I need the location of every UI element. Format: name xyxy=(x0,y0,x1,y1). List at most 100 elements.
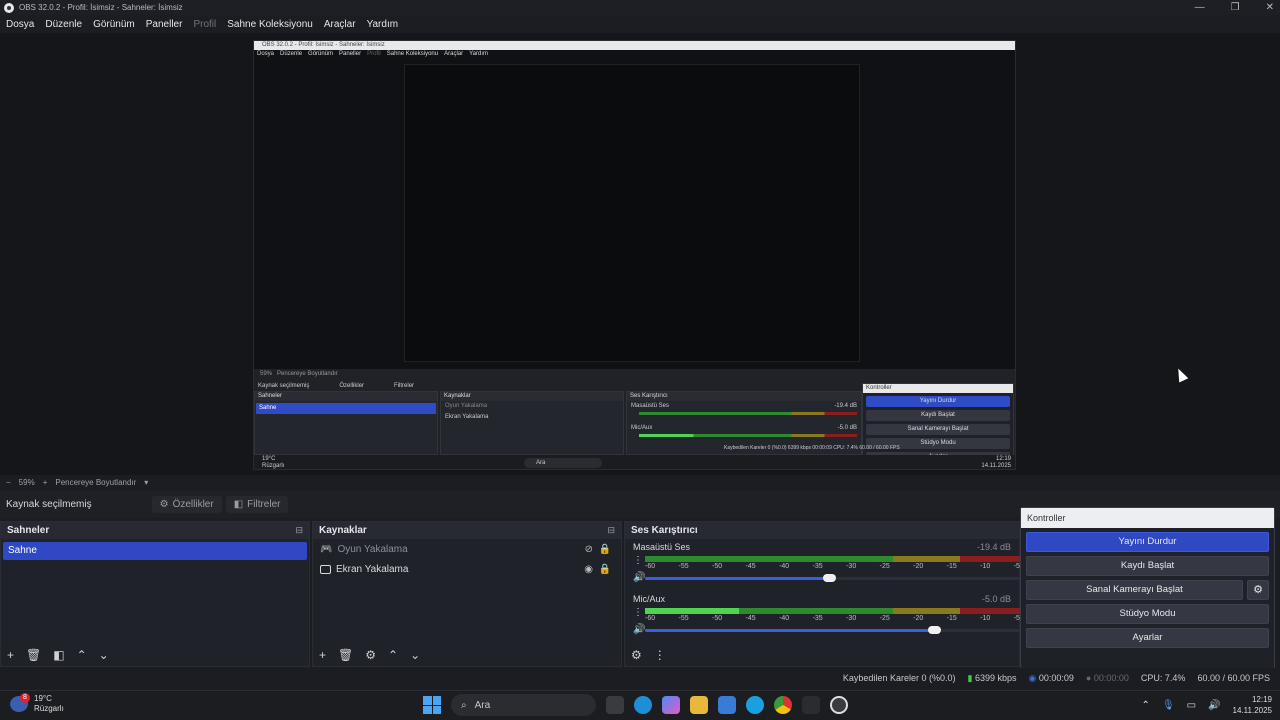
speaker-icon[interactable]: 🔊 xyxy=(633,572,645,583)
gear-icon[interactable]: ⚙ xyxy=(1247,580,1269,600)
volume-slider[interactable] xyxy=(645,626,1020,634)
volume-slider[interactable] xyxy=(645,574,1020,582)
clock[interactable]: 12:19 14.11.2025 xyxy=(1233,694,1272,716)
signal-icon: ▮ xyxy=(967,672,973,683)
record-icon: ● xyxy=(1085,673,1092,683)
channel-menu-icon[interactable]: ⋮ xyxy=(633,607,643,618)
zoom-in-button[interactable]: + xyxy=(43,478,48,487)
tick-label: -20 xyxy=(913,615,924,622)
chrome-icon[interactable] xyxy=(774,696,792,714)
properties-button[interactable]: ⚙ Özellikler xyxy=(151,496,222,513)
source-item[interactable]: 🎮 Oyun Yakalama ⊘ 🔒 xyxy=(313,539,621,559)
zoom-out-button[interactable]: − xyxy=(6,478,11,487)
dock-menu-icon[interactable]: ⊟ xyxy=(295,525,303,536)
display-icon[interactable]: ▭ xyxy=(1187,700,1196,711)
move-down-button[interactable]: ⌄ xyxy=(99,648,109,662)
app-icon[interactable] xyxy=(802,696,820,714)
skype-icon[interactable] xyxy=(746,696,764,714)
menu-file[interactable]: Dosya xyxy=(6,19,34,30)
advanced-audio-icon[interactable]: ⚙ xyxy=(631,648,642,662)
audio-mixer-dock: Ses Karıştırıcı Masaüstü Ses -19.4 dB ⋮ … xyxy=(624,521,1020,667)
remove-scene-button[interactable]: 🗑 xyxy=(26,648,41,662)
scenes-dock: Sahneler ⊟ Sahne + 🗑 ◧ ⌃ ⌄ xyxy=(0,521,310,667)
remove-source-button[interactable]: 🗑 xyxy=(338,648,353,662)
tick-label: -50 xyxy=(712,563,723,570)
menu-scene-collection[interactable]: Sahne Koleksiyonu xyxy=(227,19,313,30)
file-explorer-icon[interactable] xyxy=(690,696,708,714)
menu-view[interactable]: Görünüm xyxy=(93,19,135,30)
studio-mode-button[interactable]: Stüdyo Modu xyxy=(1026,604,1269,624)
tick-label: -10 xyxy=(980,615,991,622)
tick-label: -15 xyxy=(946,615,957,622)
copilot-icon[interactable] xyxy=(662,696,680,714)
filter-icon: ◧ xyxy=(233,499,244,510)
meter-ticks: -60 -55 -50 -45 -40 -35 -30 -25 -20 -15 -10 -5 xyxy=(645,563,1020,572)
zoom-level[interactable]: 59% xyxy=(19,478,35,487)
start-recording-button[interactable]: Kaydı Başlat xyxy=(1026,556,1269,576)
mixer-menu-icon[interactable]: ⋮ xyxy=(654,648,666,662)
source-item[interactable]: Ekran Yakalama ◉ 🔒 xyxy=(313,559,621,579)
eye-hidden-icon[interactable]: ⊘ xyxy=(585,544,593,555)
menu-profile[interactable]: Profil xyxy=(193,19,216,30)
store-icon[interactable] xyxy=(718,696,736,714)
tick-label: -55 xyxy=(678,615,689,622)
eye-icon[interactable]: ◉ xyxy=(584,564,593,575)
lock-icon[interactable]: 🔒 xyxy=(599,564,611,575)
speaker-icon[interactable]: 🔊 xyxy=(1208,700,1220,711)
move-down-button[interactable]: ⌄ xyxy=(410,648,420,662)
menu-tools[interactable]: Araçlar xyxy=(324,19,356,30)
bitrate: ▮ 6399 kbps xyxy=(967,672,1017,683)
cpu-usage: CPU: 7.4% xyxy=(1140,673,1186,683)
obs-logo-icon xyxy=(4,2,14,13)
tick-label: -10 xyxy=(980,563,991,570)
menu-docks[interactable]: Paneller xyxy=(146,19,183,30)
controls-header: Kontroller xyxy=(1021,508,1274,528)
tick-label: -45 xyxy=(745,563,756,570)
settings-button[interactable]: Ayarlar xyxy=(1026,628,1269,648)
gear-icon: ⚙ xyxy=(159,499,169,510)
fps: 60.00 / 60.00 FPS xyxy=(1197,673,1270,683)
edge-icon[interactable] xyxy=(634,696,652,714)
channel-name: Masaüstü Ses xyxy=(633,542,691,552)
dock-menu-icon[interactable]: ⊟ xyxy=(607,525,615,536)
taskbar-search[interactable]: ⌕ Ara xyxy=(451,694,596,716)
scene-filters-button[interactable]: ◧ xyxy=(53,648,64,662)
scene-item[interactable]: Sahne xyxy=(3,542,307,560)
chevron-up-icon[interactable]: ⌃ xyxy=(1142,700,1150,711)
channel-name: Mic/Aux xyxy=(633,594,666,604)
filters-button[interactable]: ◧ Filtreler xyxy=(225,496,289,513)
mic-icon[interactable]: 🎙 xyxy=(1162,700,1175,711)
mixer-channel-desktop: Masaüstü Ses -19.4 dB ⋮ -60 -55 -50 -45 -40-… xyxy=(625,539,1020,591)
speaker-icon[interactable]: 🔊 xyxy=(633,624,645,635)
move-up-button[interactable]: ⌃ xyxy=(77,648,87,662)
zoom-bar: − 59% + Pencereye Boyutlandır ▾ xyxy=(0,475,1280,489)
menu-help[interactable]: Yardım xyxy=(367,19,399,30)
status-bar: Kaybedilen Kareler 0 (%0.0) ▮ 6399 kbps … xyxy=(0,668,1280,688)
close-button[interactable]: ✕ xyxy=(1266,2,1274,13)
tick-label: -40 xyxy=(779,563,790,570)
add-scene-button[interactable]: + xyxy=(7,648,14,662)
stop-streaming-button[interactable]: Yayını Durdur xyxy=(1026,532,1269,552)
channel-db: -5.0 dB xyxy=(981,594,1011,604)
obs-icon[interactable] xyxy=(830,696,848,714)
maximize-button[interactable]: ❐ xyxy=(1231,2,1240,13)
resize-to-window[interactable]: Pencereye Boyutlandır xyxy=(55,478,136,487)
minimize-button[interactable]: — xyxy=(1195,2,1205,13)
tick-label: -45 xyxy=(745,615,756,622)
windows-start-icon[interactable] xyxy=(423,696,441,714)
tick-label: -25 xyxy=(879,563,890,570)
weather-widget[interactable]: 8 19°C Rüzgarlı xyxy=(10,693,64,714)
move-up-button[interactable]: ⌃ xyxy=(388,648,398,662)
add-source-button[interactable]: + xyxy=(319,648,326,662)
task-view-icon[interactable] xyxy=(606,696,624,714)
volume-meter xyxy=(645,608,1020,614)
chevron-down-icon[interactable]: ▾ xyxy=(144,478,148,487)
tick-label: -30 xyxy=(846,615,857,622)
menu-edit[interactable]: Düzenle xyxy=(45,19,82,30)
weather-icon: 8 xyxy=(10,693,30,712)
tick-label: -20 xyxy=(913,563,924,570)
channel-menu-icon[interactable]: ⋮ xyxy=(633,555,643,566)
lock-icon[interactable]: 🔒 xyxy=(599,544,611,555)
start-virtual-camera-button[interactable]: Sanal Kamerayı Başlat xyxy=(1026,580,1243,600)
source-properties-button[interactable]: ⚙ xyxy=(365,648,376,662)
